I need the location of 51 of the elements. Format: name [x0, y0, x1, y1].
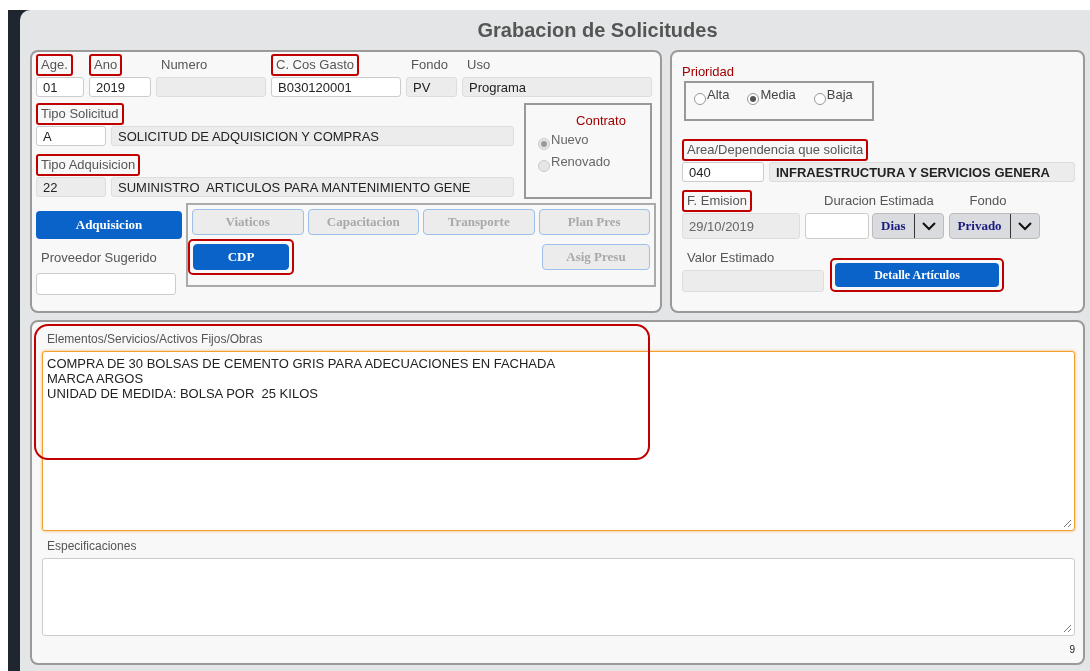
page-number: 9	[1069, 644, 1075, 655]
code-field[interactable]: A	[36, 126, 106, 146]
window-title: Grabacion de Solicitudes	[476, 18, 719, 43]
option-label: Media	[760, 87, 796, 102]
text-field[interactable]: Programa	[462, 77, 652, 97]
option-label: Baja	[826, 87, 853, 102]
field-label: Fondo	[410, 56, 449, 74]
text-area[interactable]: COMPRA DE 30 BOLSAS DE CEMENTO GRIS PARA ADECUACIONES EN FACHADA MARCA ARGOS UNIDAD DE MEDIDA: BOLSA POR 25 KILOS	[42, 351, 1075, 531]
text-field[interactable]	[156, 77, 266, 97]
adquisicion-button[interactable]: Adquisicion	[36, 211, 182, 239]
unit-dropdown[interactable]: Dias	[872, 213, 944, 239]
text-field[interactable]: 2019	[89, 77, 151, 97]
description-field: SUMINISTRO ARTICULOS PARA MANTENIMIENTO GENE	[111, 177, 514, 197]
field-label: Fondo	[968, 192, 1008, 210]
field-label: Prioridad	[682, 64, 735, 79]
text-field[interactable]	[682, 270, 824, 292]
highlighted-label: Area/Dependencia que solicita	[682, 139, 869, 161]
highlighted-label: Tipo Adquisicion	[36, 154, 141, 176]
chevron-down-icon	[1016, 221, 1033, 231]
text-field[interactable]: B030120001	[271, 77, 401, 97]
fund-dropdown[interactable]: Privado	[948, 213, 1040, 239]
field-label: Valor Estimado	[686, 249, 776, 267]
text-field[interactable]: 01	[36, 77, 84, 97]
radio-button[interactable]	[747, 93, 760, 105]
option-label: Nuevo	[551, 132, 589, 147]
highlighted-label: C. Cos Gasto	[271, 54, 360, 76]
highlighted-label: F. Emision	[682, 190, 752, 212]
group-title: Contrato	[576, 113, 626, 128]
field-label: Uso	[466, 56, 492, 74]
resize-handle-icon[interactable]	[1063, 519, 1072, 528]
action-button[interactable]: CDP	[193, 244, 289, 270]
text-field[interactable]	[36, 273, 176, 295]
code-field[interactable]: 040	[682, 162, 764, 182]
text-field[interactable]: PV	[406, 77, 457, 97]
resize-handle-icon[interactable]	[1063, 624, 1072, 633]
field-label: Duracion Estimada	[823, 192, 935, 210]
description-field: INFRAESTRUCTURA Y SERVICIOS GENERA	[769, 162, 1075, 182]
description-field: SOLICITUD DE ADQUISICION Y COMPRAS	[111, 126, 514, 146]
option-label: Renovado	[551, 154, 611, 169]
chevron-down-icon	[920, 221, 937, 231]
detail-button[interactable]: Detalle Artículos	[835, 263, 999, 287]
field-label: Proveedor Sugerido	[40, 249, 158, 267]
field-label: Elementos/Servicios/Activos Fijos/Obras	[46, 331, 264, 348]
field-label: Numero	[160, 56, 209, 74]
field-label: Especificaciones	[46, 538, 138, 555]
date-field[interactable]: 29/10/2019	[682, 213, 800, 239]
text-field[interactable]	[805, 213, 869, 239]
option-label: Alta	[707, 87, 730, 102]
highlighted-label: Tipo Solicitud	[36, 103, 124, 125]
radio-button[interactable]	[694, 93, 706, 105]
radio-button[interactable]	[813, 93, 826, 105]
